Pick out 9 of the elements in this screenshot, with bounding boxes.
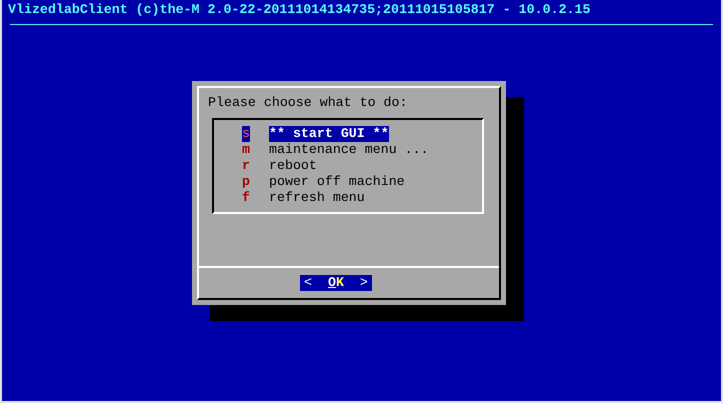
menu-item[interactable]: ** start GUI **: [269, 126, 389, 142]
menu-item[interactable]: refresh menu: [269, 190, 365, 206]
menu-item[interactable]: maintenance menu ...: [269, 142, 429, 158]
menu-item[interactable]: power off machine: [269, 174, 405, 190]
backtitle: VlizedlabClient (c)the-M 2.0-22-20111014134735;20111015105817 - 10.0.2.15: [8, 2, 590, 18]
ok-button[interactable]: < OK >: [300, 275, 372, 291]
dialog-prompt: Please choose what to do:: [208, 95, 408, 110]
menu-item[interactable]: reboot: [269, 158, 317, 174]
hotkey[interactable]: s: [242, 126, 250, 142]
